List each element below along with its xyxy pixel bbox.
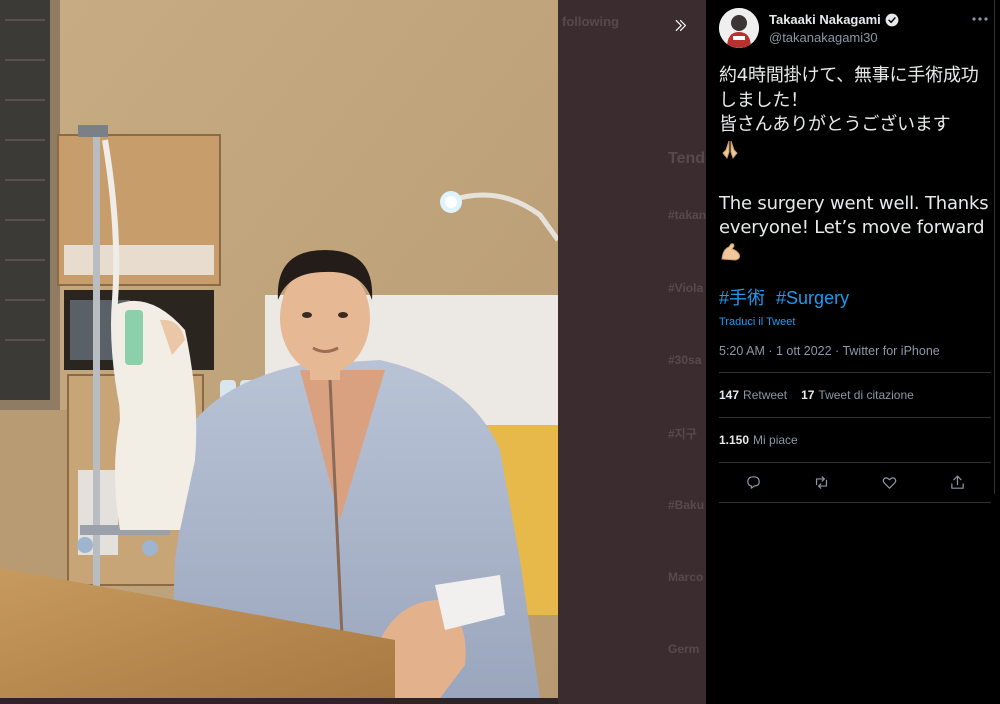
background-label: following (562, 14, 620, 29)
double-chevron-right-icon (675, 19, 686, 31)
tweet-text-jp: 約4時間掛けて、無事に手術成功しました！ 皆さんありがとうございます (719, 65, 979, 135)
like-number: 1.150 (719, 433, 750, 447)
translate-tweet-link[interactable]: Traduci il Tweet (719, 316, 991, 328)
verified-badge-icon (885, 13, 899, 26)
panel-scroll-edge (994, 0, 1000, 494)
media-viewer: following Tende #takan #Viola #30sa #지구 … (0, 0, 706, 704)
engagement-stats: 147 Retweet 17 Tweet di citazione (719, 373, 991, 418)
avatar[interactable] (719, 8, 759, 48)
background-label: #30sa (668, 353, 702, 367)
expand-panel-button[interactable] (663, 8, 697, 42)
retweet-number: 147 (719, 388, 740, 402)
like-button[interactable] (876, 470, 902, 496)
background-label: Marco (668, 570, 704, 584)
hashtag-list: #手術 #Surgery (719, 284, 991, 310)
likes-stats: 1.150 Mi piace (719, 418, 991, 463)
like-label: Mi piace (753, 433, 798, 447)
tweet-header: Takaaki Nakagami @takanakagami30 (719, 8, 991, 50)
hashtag-link[interactable]: #Surgery (776, 288, 849, 308)
background-timeline: following Tende #takan #Viola #30sa #지구 … (558, 0, 706, 704)
hashtag-link[interactable]: #手術 (719, 288, 765, 308)
author-name-text: Takaaki Nakagami (769, 12, 881, 27)
avatar-image (719, 8, 759, 48)
quote-number: 17 (801, 388, 815, 402)
retweet-count[interactable]: 147 Retweet (719, 388, 787, 402)
share-button[interactable] (944, 470, 970, 496)
more-dots-icon (972, 17, 988, 21)
reply-icon (746, 476, 760, 489)
background-label: #Baku (668, 498, 705, 512)
retweet-button[interactable] (808, 470, 834, 496)
background-label: Germ (668, 642, 700, 656)
tweet-text: 約4時間掛けて、無事に手術成功しました！ 皆さんありがとうございます The s… (719, 64, 991, 270)
background-label: #Viola (668, 281, 704, 295)
tweet-actions (719, 463, 991, 503)
background-label: #지구 (668, 427, 697, 441)
more-options-button[interactable] (969, 10, 991, 28)
reply-button[interactable] (740, 470, 766, 496)
retweet-label: Retweet (743, 388, 788, 402)
tweet-text-en: The surgery went well. Thanks everyone! … (719, 192, 989, 239)
background-label: #takan (668, 208, 706, 222)
author-handle[interactable]: @takanakagami30 (769, 30, 878, 45)
heart-icon (882, 477, 896, 489)
quote-label: Tweet di citazione (818, 388, 914, 402)
author-name[interactable]: Takaaki Nakagami (769, 12, 899, 27)
retweet-icon (815, 476, 827, 489)
tweet-detail-panel: Takaaki Nakagami @takanakagami30 約4時間掛けて… (706, 0, 1000, 704)
quote-count[interactable]: 17 Tweet di citazione (801, 388, 914, 402)
tweet-photo[interactable] (0, 0, 558, 698)
tweet-meta: 5:20 AM · 1 ott 2022 · Twitter for iPhon… (719, 344, 991, 373)
flexed-biceps-emoji (719, 241, 743, 271)
background-label: Tende (668, 150, 706, 167)
like-count[interactable]: 1.150 Mi piace (719, 433, 798, 447)
folded-hands-emoji (719, 138, 741, 168)
share-icon (950, 475, 964, 489)
